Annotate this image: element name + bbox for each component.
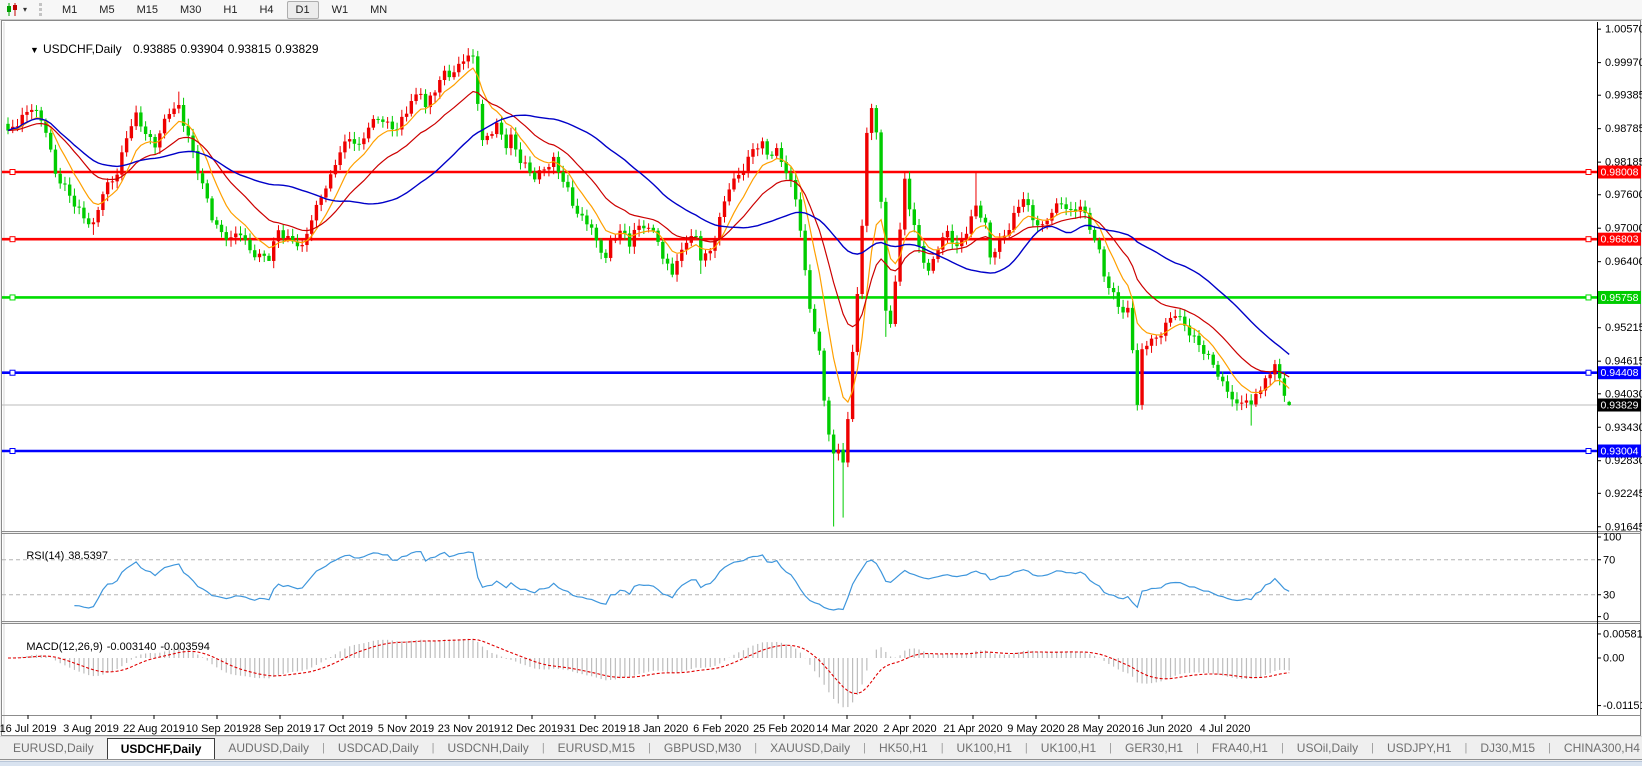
date-label: 4 Jul 2020 (1200, 723, 1251, 735)
macd-axis-label: -0.011514 (1603, 700, 1642, 712)
date-label: 22 Aug 2019 (123, 723, 185, 735)
line-handle[interactable] (10, 370, 15, 375)
date-label: 2 Apr 2020 (883, 723, 936, 735)
date-label: 14 Mar 2020 (816, 723, 878, 735)
date-label: 16 Jun 2020 (1132, 723, 1193, 735)
chart-canvas[interactable]: 1.005700.999700.993850.987850.981850.976… (0, 20, 1642, 736)
chart-tab-gbpusd-m30[interactable]: GBPUSD,M30 (651, 737, 754, 759)
rsi-axis-label: 0 (1603, 611, 1609, 623)
chart-type-icon[interactable]: ▾ (3, 2, 29, 17)
date-label: 28 May 2020 (1067, 723, 1131, 735)
timeframe-button-w1[interactable]: W1 (323, 1, 358, 19)
price-badge-label: 0.98008 (1601, 167, 1639, 179)
date-label: 6 Feb 2020 (693, 723, 749, 735)
chart-tab-dj30-m15[interactable]: DJ30,M15 (1467, 737, 1548, 759)
price-tick-label: 0.94030 (1605, 388, 1642, 400)
date-label: 3 Aug 2019 (63, 723, 119, 735)
chart-tab-eurusd-daily[interactable]: EURUSD,Daily (0, 737, 107, 759)
price-tick-label: 0.96400 (1605, 256, 1642, 268)
price-badge-label: 0.94408 (1601, 367, 1639, 379)
timeframe-toolbar: ▾ M1M5 M15M30H1H4 D1W1MN (0, 0, 1642, 20)
date-label: 16 Jul 2019 (0, 723, 56, 735)
rsi-axis-label: 30 (1603, 589, 1615, 601)
price-badge-label: 0.96803 (1601, 234, 1639, 246)
timeframe-button-d1[interactable]: D1 (287, 1, 319, 19)
price-badge-label: 0.93004 (1601, 446, 1639, 458)
chart-tab-ger30-h1[interactable]: GER30,H1 (1112, 737, 1196, 759)
rsi-axis-label: 70 (1603, 554, 1615, 566)
trading-platform-window: ▾ M1M5 M15M30H1H4 D1W1MN 1.00570 0.99970 0.9… (0, 0, 1642, 766)
toolbar-grip (39, 3, 43, 16)
price-tick-label: 0.93430 (1605, 422, 1642, 434)
chart-tab-usdcad-daily[interactable]: USDCAD,Daily (325, 737, 432, 759)
macd-axis-label: 0.005818 (1603, 628, 1642, 640)
date-label: 31 Dec 2019 (564, 723, 626, 735)
line-handle[interactable] (10, 237, 15, 242)
chart-tab-china300-h4[interactable]: CHINA300,H4 (1551, 737, 1642, 759)
price-badge-label: 0.95758 (1601, 292, 1639, 304)
chart-tab-uk100-h1[interactable]: UK100,H1 (944, 737, 1025, 759)
timeframe-buttons: M1M5 M15M30H1H4 D1W1MN (51, 4, 398, 16)
line-handle[interactable] (10, 170, 15, 175)
line-handle[interactable] (1586, 237, 1591, 242)
timeframe-button-h4[interactable]: H4 (250, 1, 282, 19)
chart-tab-xauusd-daily[interactable]: XAUUSD,Daily (757, 737, 863, 759)
macd-axis-label: 0.00 (1603, 653, 1624, 665)
chart-tab-bar: EURUSD,DailyUSDCHF,DailyAUDUSD,Daily|USD… (0, 736, 1642, 760)
status-strip (0, 761, 1642, 766)
chart-tab-uk100-h1[interactable]: UK100,H1 (1028, 737, 1109, 759)
date-label: 12 Dec 2019 (501, 723, 563, 735)
date-label: 5 Nov 2019 (378, 723, 434, 735)
price-tick-label: 0.98785 (1605, 123, 1642, 135)
date-label: 9 May 2020 (1007, 723, 1064, 735)
line-handle[interactable] (10, 449, 15, 454)
line-handle[interactable] (1586, 370, 1591, 375)
price-tick-label: 1.00570 (1605, 24, 1642, 36)
candlestick-chart-icon (5, 3, 20, 16)
chart-tab-hk50-h1[interactable]: HK50,H1 (866, 737, 941, 759)
timeframe-button-m5[interactable]: M5 (90, 1, 123, 19)
date-label: 28 Sep 2019 (249, 723, 311, 735)
price-badge-label: 0.93829 (1601, 400, 1639, 412)
price-tick-label: 0.99970 (1605, 57, 1642, 69)
date-label: 21 Apr 2020 (943, 723, 1002, 735)
chart-tab-audusd-daily[interactable]: AUDUSD,Daily (215, 737, 322, 759)
timeframe-button-mn[interactable]: MN (361, 1, 396, 19)
price-tick-label: 0.92245 (1605, 488, 1642, 500)
chart-tab-usdchf-daily[interactable]: USDCHF,Daily (107, 738, 216, 759)
date-label: 23 Nov 2019 (438, 723, 500, 735)
timeframe-button-m1[interactable]: M1 (53, 1, 86, 19)
line-handle[interactable] (1586, 449, 1591, 454)
timeframe-button-m30[interactable]: M30 (171, 1, 210, 19)
date-label: 25 Feb 2020 (753, 723, 815, 735)
chart-tab-usdcnh-daily[interactable]: USDCNH,Daily (434, 737, 541, 759)
chart-tab-usdjpy-h1[interactable]: USDJPY,H1 (1374, 737, 1464, 759)
timeframe-button-h1[interactable]: H1 (214, 1, 246, 19)
price-tick-label: 0.94615 (1605, 356, 1642, 368)
chart-frame (0, 20, 1642, 736)
chart-window: 1.005700.999700.993850.987850.981850.976… (0, 20, 1642, 736)
chart-tab-usoil-daily[interactable]: USOil,Daily (1284, 737, 1371, 759)
timeframe-button-m15[interactable]: M15 (128, 1, 167, 19)
price-tick-label: 0.99385 (1605, 90, 1642, 102)
rsi-axis-label: 100 (1603, 532, 1621, 544)
line-handle[interactable] (10, 295, 15, 300)
date-label: 17 Oct 2019 (313, 723, 373, 735)
line-handle[interactable] (1586, 170, 1591, 175)
price-tick-label: 0.95215 (1605, 322, 1642, 334)
price-tick-label: 0.97600 (1605, 189, 1642, 201)
date-label: 10 Sep 2019 (186, 723, 248, 735)
chevron-down-icon[interactable]: ▾ (23, 5, 27, 14)
date-label: 18 Jan 2020 (628, 723, 689, 735)
chart-tab-fra40-h1[interactable]: FRA40,H1 (1199, 737, 1281, 759)
chart-tab-eurusd-m15[interactable]: EURUSD,M15 (545, 737, 648, 759)
line-handle[interactable] (1586, 295, 1591, 300)
